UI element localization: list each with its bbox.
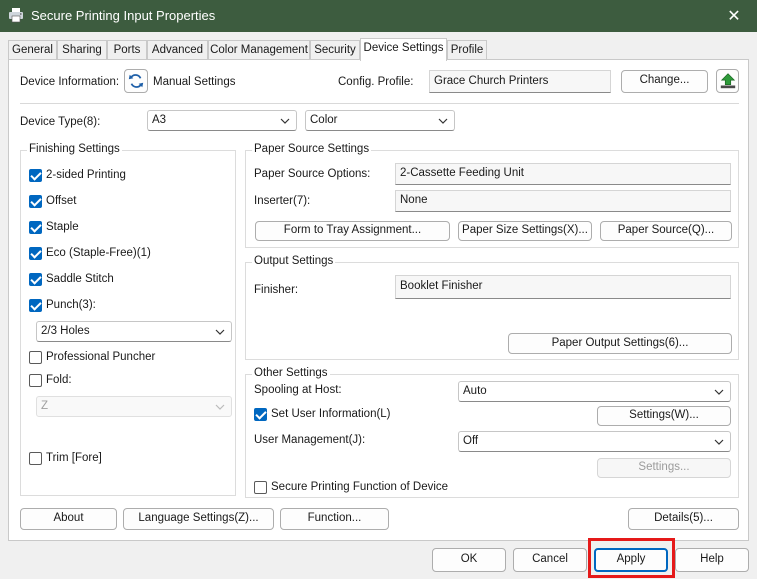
window-title: Secure Printing Input Properties	[31, 8, 216, 23]
finisher-field: Booklet Finisher	[395, 275, 731, 299]
label-offset: Offset	[46, 195, 77, 207]
device-type-label: Device Type(8):	[20, 116, 101, 128]
label-trim: Trim [Fore]	[46, 452, 102, 464]
cancel-button[interactable]: Cancel	[513, 548, 587, 572]
finishing-settings-title: Finishing Settings	[27, 143, 122, 155]
inserter-field: None	[395, 190, 731, 212]
tab-advanced[interactable]: Advanced	[147, 40, 208, 60]
change-button[interactable]: Change...	[621, 70, 708, 93]
chevron-down-icon	[215, 404, 225, 410]
device-size-select[interactable]: A3	[147, 110, 297, 131]
chevron-down-icon	[215, 329, 225, 335]
checkbox-set-user-info[interactable]	[254, 408, 267, 421]
chevron-down-icon	[714, 389, 724, 395]
other-settings-title: Other Settings	[252, 367, 330, 379]
paper-source-options-field: 2-Cassette Feeding Unit	[395, 163, 731, 185]
spooling-value: Auto	[463, 385, 487, 397]
label-staple: Staple	[46, 221, 79, 233]
refresh-button[interactable]	[124, 69, 148, 93]
device-size-value: A3	[152, 114, 167, 126]
finishing-settings-group: Finishing Settings 2-sided Printing Offs…	[20, 143, 236, 496]
details-button[interactable]: Details(5)...	[628, 508, 739, 530]
close-button[interactable]: ✕	[711, 0, 757, 32]
label-2sided: 2-sided Printing	[46, 169, 126, 181]
tab-strip: General Sharing Ports Advanced Color Man…	[0, 38, 757, 61]
apply-highlight-box	[588, 538, 675, 578]
label-fold: Fold:	[46, 374, 72, 386]
function-button[interactable]: Function...	[280, 508, 389, 530]
inserter-label: Inserter(7):	[254, 195, 311, 207]
spooling-label: Spooling at Host:	[254, 384, 342, 396]
close-icon: ✕	[727, 8, 741, 25]
settings-disabled-button[interactable]: Settings...	[597, 458, 731, 478]
printer-icon	[9, 8, 23, 23]
settings-w-button[interactable]: Settings(W)...	[597, 406, 731, 426]
output-settings-group: Output Settings Finisher: Booklet Finish…	[245, 255, 739, 360]
chevron-down-icon	[438, 118, 448, 124]
tab-profile[interactable]: Profile	[447, 40, 487, 60]
config-profile-field: Grace Church Printers	[429, 70, 611, 93]
title-bar: Secure Printing Input Properties ✕	[0, 0, 757, 32]
paper-output-settings-button[interactable]: Paper Output Settings(6)...	[508, 333, 732, 354]
device-settings-panel: Device Information: Manual Settings Conf…	[8, 59, 749, 541]
config-profile-label: Config. Profile:	[338, 76, 414, 88]
user-management-value: Off	[463, 435, 479, 447]
checkbox-fold[interactable]	[29, 374, 42, 387]
punch-select[interactable]: 2/3 Holes	[36, 321, 232, 342]
fold-select[interactable]: Z	[36, 396, 232, 417]
tab-security[interactable]: Security	[310, 40, 360, 60]
ok-button[interactable]: OK	[432, 548, 506, 572]
user-management-label: User Management(J):	[254, 434, 366, 446]
form-to-tray-button[interactable]: Form to Tray Assignment...	[255, 221, 450, 241]
properties-window: Secure Printing Input Properties ✕ Gener…	[0, 0, 757, 579]
set-user-info-label: Set User Information(L)	[271, 408, 391, 420]
device-color-value: Color	[310, 114, 338, 126]
about-button[interactable]: About	[20, 508, 117, 530]
fold-value: Z	[41, 400, 49, 412]
label-punch: Punch(3):	[46, 299, 96, 311]
label-professional-puncher: Professional Puncher	[46, 351, 156, 363]
tab-general[interactable]: General	[8, 40, 57, 60]
paper-source-options-label: Paper Source Options:	[254, 168, 371, 180]
checkbox-offset[interactable]	[29, 195, 42, 208]
finisher-label: Finisher:	[254, 284, 299, 296]
checkbox-professional-puncher[interactable]	[29, 351, 42, 364]
checkbox-punch[interactable]	[29, 299, 42, 312]
punch-value: 2/3 Holes	[41, 325, 90, 337]
chevron-down-icon	[714, 439, 724, 445]
device-info-value: Manual Settings	[153, 76, 236, 88]
label-eco: Eco (Staple-Free)(1)	[46, 247, 151, 259]
language-settings-button[interactable]: Language Settings(Z)...	[123, 508, 274, 530]
spooling-select[interactable]: Auto	[458, 381, 731, 402]
separator	[20, 103, 739, 104]
output-settings-title: Output Settings	[252, 255, 336, 267]
checkbox-trim[interactable]	[29, 452, 42, 465]
secure-printing-label: Secure Printing Function of Device	[271, 481, 449, 493]
paper-source-title: Paper Source Settings	[252, 143, 372, 155]
tab-sharing[interactable]: Sharing	[57, 40, 107, 60]
checkbox-eco[interactable]	[29, 247, 42, 260]
paper-source-group: Paper Source Settings Paper Source Optio…	[245, 143, 739, 248]
label-saddle-stitch: Saddle Stitch	[46, 273, 114, 285]
chevron-down-icon	[280, 118, 290, 124]
tab-device-settings[interactable]: Device Settings	[360, 38, 447, 61]
checkbox-saddle-stitch[interactable]	[29, 273, 42, 286]
tab-color-management[interactable]: Color Management	[208, 40, 310, 60]
paper-source-button[interactable]: Paper Source(Q)...	[600, 221, 732, 241]
device-color-select[interactable]: Color	[305, 110, 455, 131]
device-info-label: Device Information:	[20, 76, 120, 88]
tab-ports[interactable]: Ports	[107, 40, 147, 60]
checkbox-2sided[interactable]	[29, 169, 42, 182]
upload-arrow-icon	[720, 73, 735, 89]
user-management-select[interactable]: Off	[458, 431, 731, 452]
other-settings-group: Other Settings Spooling at Host: Auto Se…	[245, 367, 739, 498]
checkbox-secure-printing[interactable]	[254, 481, 267, 494]
upload-button[interactable]	[716, 69, 739, 93]
help-button[interactable]: Help	[675, 548, 749, 572]
refresh-icon	[128, 74, 144, 88]
paper-size-settings-button[interactable]: Paper Size Settings(X)...	[458, 221, 592, 241]
checkbox-staple[interactable]	[29, 221, 42, 234]
